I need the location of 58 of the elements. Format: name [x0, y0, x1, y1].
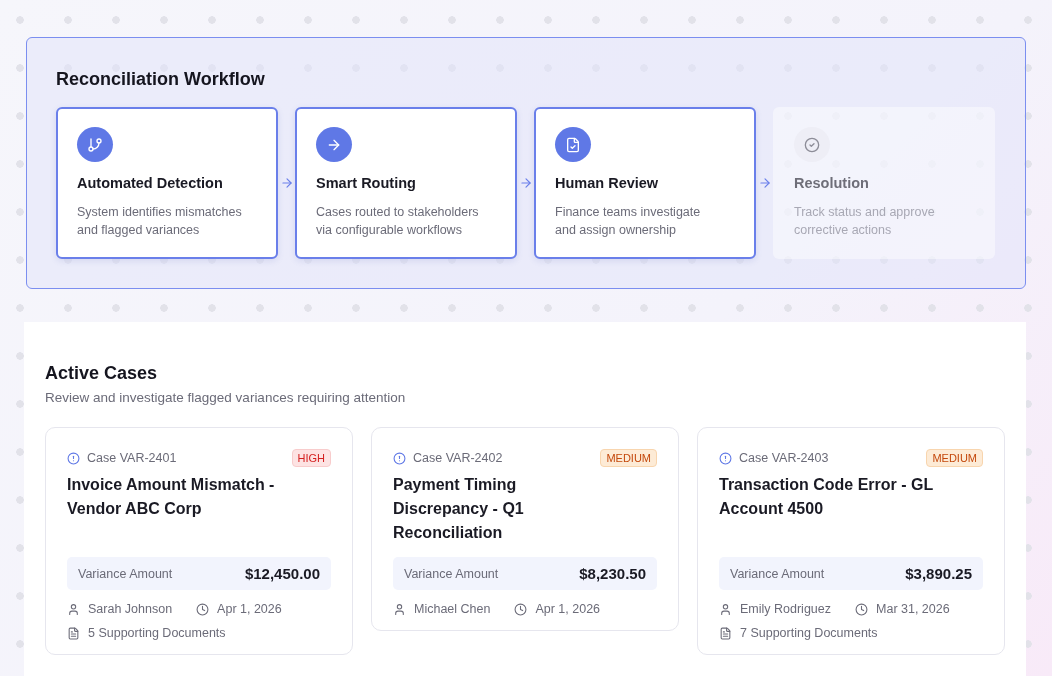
arrow-right-icon — [316, 127, 352, 162]
amount-value: $3,890.25 — [905, 565, 972, 582]
amount-label: Variance Amount — [78, 566, 173, 581]
amount-label: Variance Amount — [404, 566, 499, 581]
due-date: Apr 1, 2026 — [535, 602, 601, 616]
clock-icon — [855, 602, 868, 616]
severity-badge: MEDIUM — [600, 449, 657, 467]
assignee: Emily Rodriguez — [740, 602, 831, 616]
case-id: Case VAR-2403 — [739, 451, 829, 465]
case-title: Payment Timing Discrepancy - Q1 Reconciliation — [393, 475, 525, 543]
workflow-step[interactable]: Resolution Track status and approve corrective actions — [773, 107, 995, 259]
clock-icon — [196, 602, 210, 616]
case-title: Invoice Amount Mismatch - Vendor ABC Corp — [67, 475, 276, 519]
file-check-icon — [555, 127, 591, 162]
user-icon — [67, 602, 80, 616]
clock-icon — [514, 602, 528, 616]
workflow-step[interactable]: Human Review Finance teams investigate and assign ownership — [534, 107, 756, 259]
due-date: Mar 31, 2026 — [876, 602, 950, 616]
step-title: Smart Routing — [316, 175, 417, 191]
amount-value: $8,230.50 — [579, 565, 646, 582]
assignee: Sarah Johnson — [88, 602, 173, 616]
workflow-title: Reconciliation Workflow — [56, 69, 266, 90]
severity-badge: HIGH — [291, 449, 331, 467]
check-circle-icon — [794, 127, 830, 162]
step-description: Finance teams investigate and assign ownership — [555, 204, 702, 239]
severity-badge: MEDIUM — [926, 449, 983, 467]
workflow-step[interactable]: Smart Routing Cases routed to stakeholders via configurable workflows — [295, 107, 517, 259]
case-title: Transaction Code Error - GL Account 4500 — [719, 475, 934, 519]
step-title: Human Review — [555, 175, 660, 191]
due-date: Apr 1, 2026 — [217, 602, 282, 616]
user-icon — [393, 602, 406, 616]
alert-icon — [393, 451, 406, 465]
section-title: Active Cases — [45, 363, 159, 384]
arrow-right-icon — [757, 176, 772, 190]
step-description: Track status and approve corrective actions — [794, 204, 936, 239]
case-card[interactable]: Case VAR-2401 HIGH Invoice Amount Mismatch - Vendor ABC Corp Variance Amount $12,450.00 Sarah Johnson Apr 1, 2026 5 Supporting Documents — [45, 427, 353, 655]
case-card[interactable]: Case VAR-2403 MEDIUM Transaction Code Error - GL Account 4500 Variance Amount $3,890.25 Emily Rodriguez Mar 31, 2026 7 Supporting Documents — [697, 427, 1005, 655]
case-card[interactable]: Case VAR-2402 MEDIUM Payment Timing Discrepancy - Q1 Reconciliation Variance Amount $8,230.50 Michael Chen Apr 1, 2026 — [371, 427, 679, 631]
workflow-step[interactable]: Automated Detection System identifies mismatches and flagged variances — [56, 107, 278, 259]
documents-count: 5 Supporting Documents — [88, 626, 226, 640]
document-icon — [67, 626, 80, 640]
alert-icon — [719, 451, 732, 465]
step-description: System identifies mismatches and flagged variances — [77, 204, 243, 239]
step-title: Automated Detection — [77, 175, 224, 191]
case-id: Case VAR-2401 — [87, 451, 177, 465]
step-description: Cases routed to stakeholders via configurable workflows — [316, 204, 480, 239]
case-id: Case VAR-2402 — [413, 451, 503, 465]
amount-value: $12,450.00 — [244, 565, 320, 582]
arrow-right-icon — [518, 176, 533, 190]
branch-icon — [77, 127, 113, 162]
user-icon — [719, 602, 732, 616]
step-title: Resolution — [794, 175, 870, 191]
alert-icon — [67, 451, 80, 465]
amount-label: Variance Amount — [730, 566, 825, 581]
documents-count: 7 Supporting Documents — [740, 626, 878, 640]
section-subtitle: Review and investigate flagged variances requiring attention — [45, 390, 407, 405]
document-icon — [719, 626, 732, 640]
assignee: Michael Chen — [414, 602, 491, 616]
